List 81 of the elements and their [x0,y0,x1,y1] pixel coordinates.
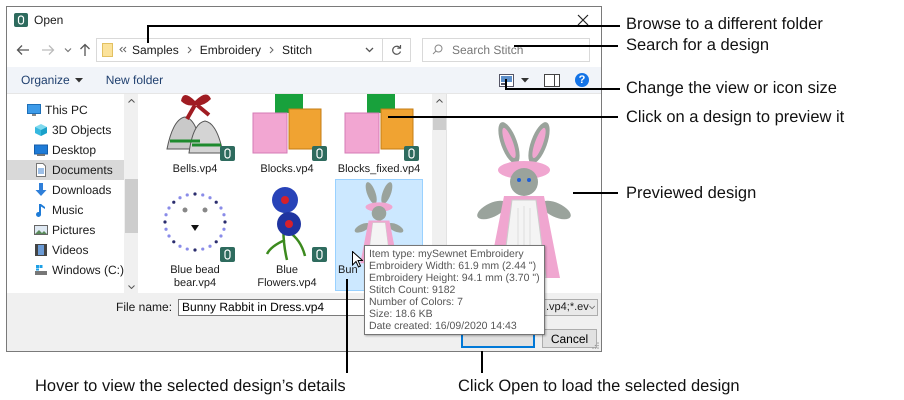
cancel-button[interactable]: Cancel [542,329,597,348]
file-name: Blocks.vp4 [259,163,315,176]
chevron-up-icon[interactable] [436,99,442,103]
breadcrumb[interactable]: Samples [132,42,179,56]
callout-label: Previewed design [626,183,756,203]
chevron-up-icon[interactable] [128,99,134,103]
back-arrow-icon[interactable] [16,44,30,56]
sidebar-item[interactable]: Videos [7,240,124,260]
chevron-down-icon[interactable] [128,285,134,289]
resize-grip-icon[interactable] [592,342,599,349]
monitor-icon [34,143,48,157]
scrollbar-thumb[interactable] [432,117,446,130]
leader-line [573,192,618,194]
file-item[interactable]: Bells.vp4 [151,94,239,177]
chevron-down-icon[interactable] [365,46,374,52]
sidebar-item[interactable]: Pictures [7,220,124,240]
callout-label: Change the view or icon size [626,78,837,98]
file-name: Bun [337,264,359,277]
search-field[interactable]: Search Stitch [422,38,590,62]
preview-pane-icon[interactable] [544,74,560,86]
mouse-icon [404,146,419,161]
help-button[interactable]: ? [575,73,589,87]
file-type-dropdown[interactable]: .vp4;*.ev [543,298,598,316]
callout-label: Click Open to load the selected design [458,376,740,396]
leader-line [481,351,483,373]
tooltip-line: Date created: 16/09/2020 14:43 [369,320,518,332]
sidebar-item[interactable]: Windows (C:) [7,260,124,280]
new-folder-button[interactable]: New folder [106,73,164,87]
refresh-icon [391,44,402,56]
window-title: Open [34,12,64,26]
chevron-right-icon [186,46,192,54]
file-item[interactable]: Blue Flowers.vp4 [243,179,331,291]
breadcrumb[interactable]: Embroidery [200,42,262,56]
mouse-icon [312,247,327,262]
drive-icon [34,263,48,277]
scrollbar[interactable] [124,94,138,293]
chevron-down-icon[interactable] [64,46,72,52]
caret-icon[interactable] [521,78,529,82]
file-name: Blocks_fixed.vp4 [336,163,422,176]
download-icon [34,183,48,197]
music-note-icon [34,203,48,217]
address-bar[interactable]: Samples Embroidery Stitch [96,38,411,62]
search-icon [432,44,443,54]
mouse-icon [220,247,235,262]
tooltip-line: Number of Colors: 7 [369,296,464,308]
file-item[interactable]: Blocks.vp4 [243,94,331,177]
file-item[interactable]: Blue bead bear.vp4 [151,179,239,291]
sidebar-item[interactable]: Documents [7,160,124,180]
callout-label: Click on a design to preview it [626,107,844,127]
sidebar-item[interactable]: Downloads [7,180,124,200]
callout-label: Browse to a different folder [626,14,823,34]
mouse-icon [220,146,235,161]
picture-icon [34,223,48,237]
up-arrow-icon[interactable] [79,42,91,56]
organize-button[interactable]: Organize [21,73,83,87]
cube-icon [34,123,48,137]
file-name: Blue bead bear.vp4 [169,264,221,290]
close-icon[interactable] [577,14,589,26]
breadcrumb[interactable]: Stitch [282,42,312,56]
sidebar-item[interactable]: Music [7,200,124,220]
computer-icon [27,103,41,117]
chevron-right-icon [269,46,274,54]
caret-icon [74,78,83,82]
app-icon [14,12,28,26]
mouse-icon [312,146,327,161]
sidebar-item[interactable]: This PC [7,100,124,120]
double-chevron-icon [119,46,127,53]
sidebar-item[interactable]: 3D Objects [7,120,124,140]
folder-icon [102,42,113,56]
sidebar-item[interactable]: Desktop [7,140,124,160]
view-icon[interactable] [499,74,514,86]
chevron-down-icon [588,304,595,310]
file-name: Bells.vp4 [172,163,218,176]
document-icon [34,163,48,177]
file-name-label: File name: [116,300,172,314]
scrollbar-thumb[interactable] [124,179,138,233]
file-item[interactable]: Blocks_fixed.vp4 [335,94,423,177]
callout-label: Search for a design [626,35,770,55]
callout-label: Hover to view the selected design’s details [35,376,346,396]
file-name: Blue Flowers.vp4 [256,264,318,290]
film-icon [34,243,48,257]
